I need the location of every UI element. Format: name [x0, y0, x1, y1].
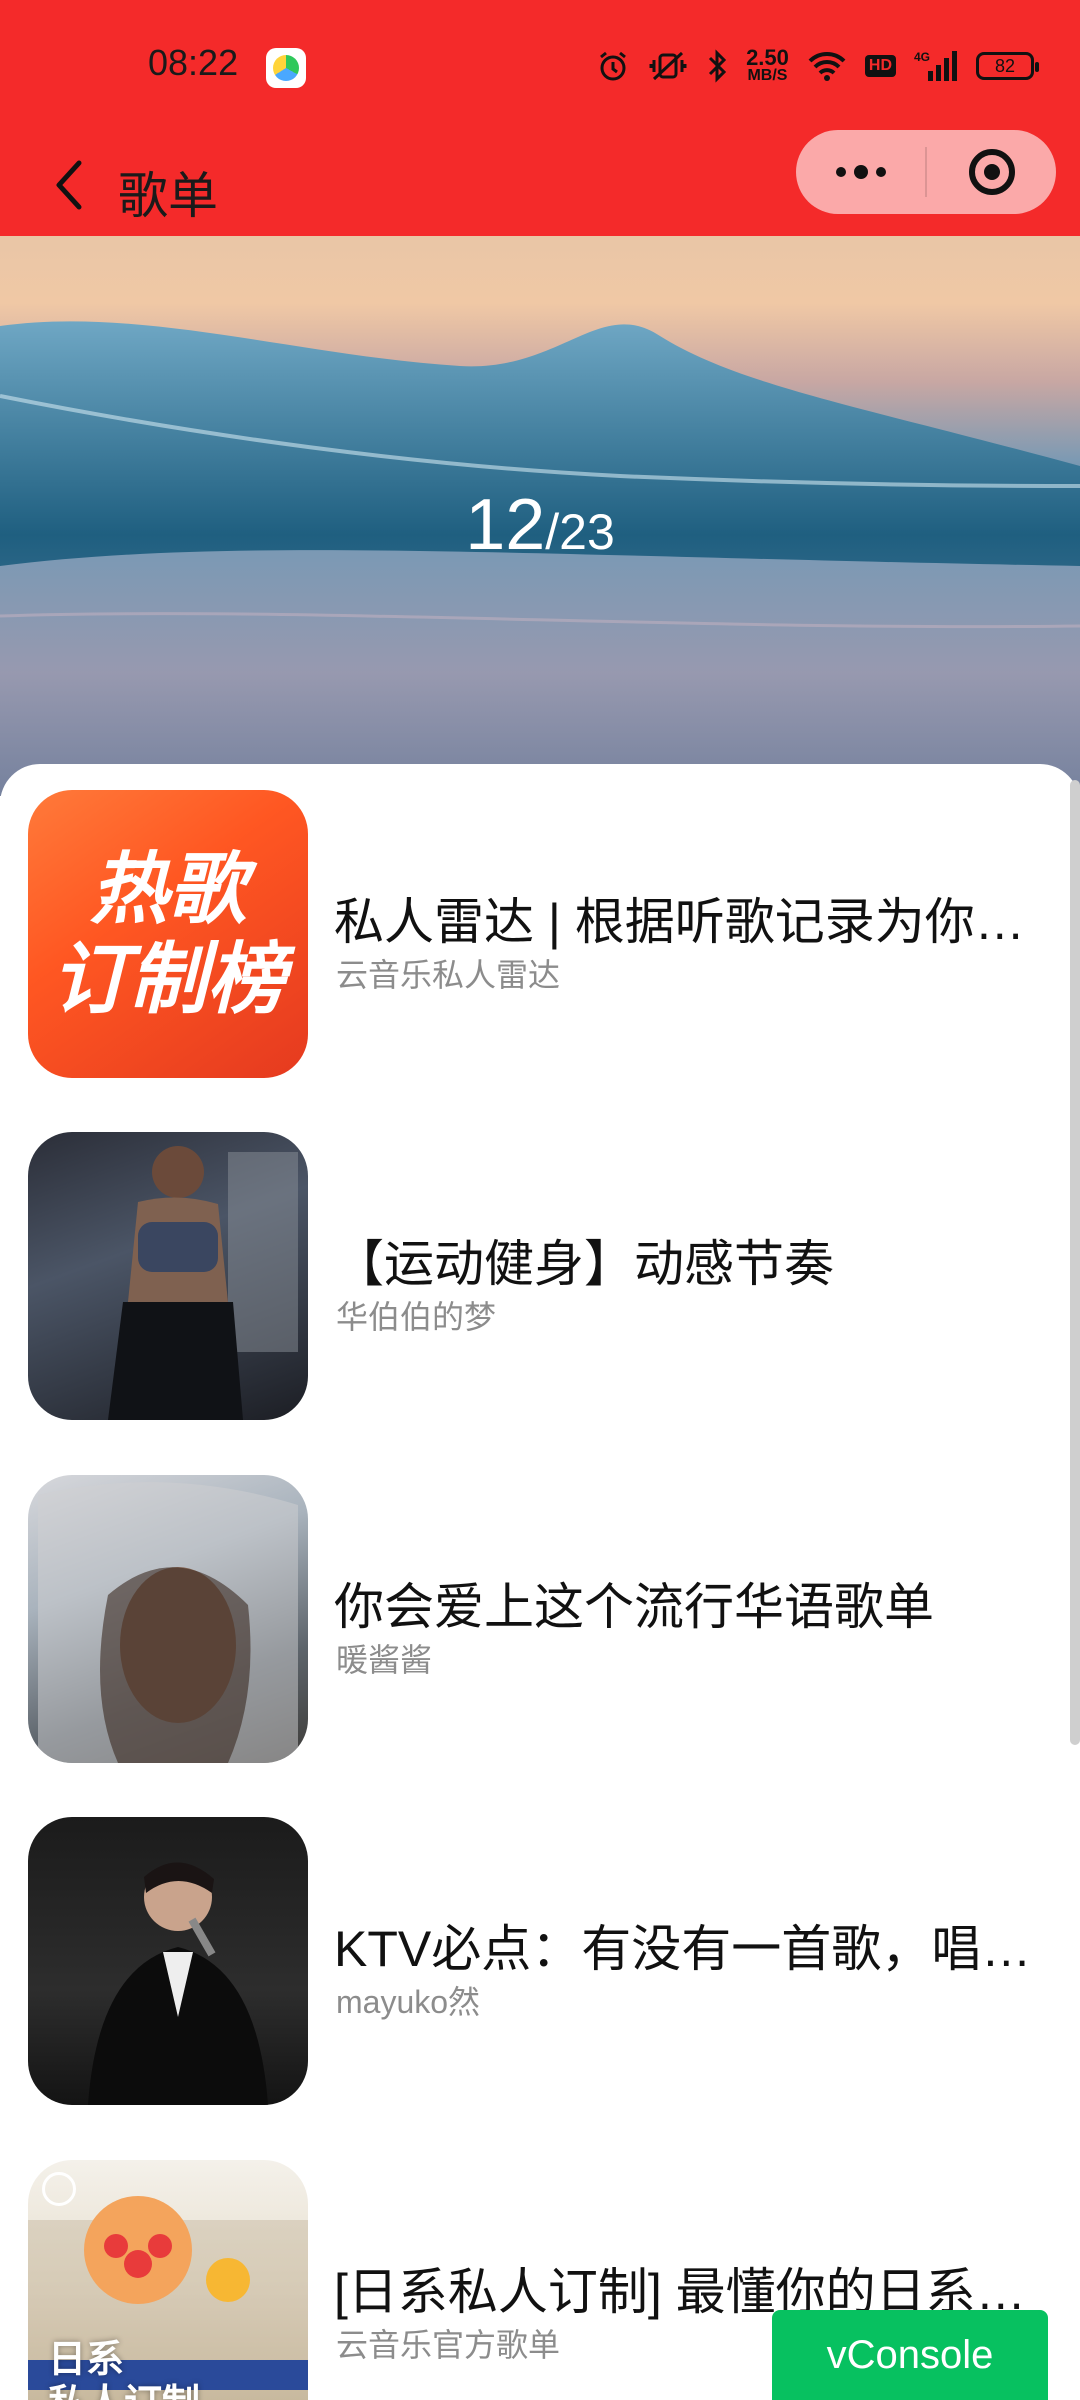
list-item[interactable]: 你会爱上这个流行华语歌单 暖酱酱	[0, 1475, 1080, 1765]
netease-logo-icon	[42, 2172, 76, 2206]
list-item[interactable]: 热歌 订制榜 私人雷达 | 根据听歌记录为你打造 云音乐私人雷达	[0, 790, 1080, 1080]
vibrate-off-icon	[648, 49, 688, 83]
playlist-cover	[28, 1475, 308, 1763]
playlist-cover	[28, 1132, 308, 1420]
vconsole-button[interactable]: vConsole	[772, 2310, 1048, 2400]
playlist-cover: 热歌 订制榜	[28, 790, 308, 1078]
target-icon	[968, 149, 1015, 195]
playlist-creator: 暖酱酱	[336, 1642, 433, 1678]
chevron-left-icon	[56, 160, 82, 210]
playlist-cover: 日系 私人订制	[28, 2160, 308, 2400]
status-bar: 08:22 2.50 MB/S HD 4G 82	[0, 0, 1080, 130]
video-app-icon	[266, 48, 306, 88]
banner-total: /23	[545, 504, 615, 560]
more-button[interactable]	[796, 130, 925, 214]
page-title: 歌单	[118, 168, 218, 224]
battery-indicator: 82	[976, 52, 1039, 80]
wifi-icon	[807, 50, 847, 82]
title-bar: 歌单	[0, 130, 1080, 236]
playlist-creator: 云音乐私人雷达	[336, 957, 561, 993]
alarm-icon	[596, 49, 630, 83]
playlist-title: KTV必点：有没有一首歌，唱出你心声	[334, 1921, 1054, 1977]
bluetooth-icon	[706, 49, 728, 83]
playlist-title: 你会爱上这个流行华语歌单	[334, 1579, 934, 1635]
banner-counter: 12/23	[0, 484, 1080, 566]
playlist-creator: 云音乐官方歌单	[336, 2327, 561, 2363]
more-dots-icon	[835, 165, 886, 179]
back-button[interactable]	[34, 150, 104, 220]
list-item[interactable]: KTV必点：有没有一首歌，唱出你心声 mayuko然	[0, 1817, 1080, 2107]
list-item[interactable]: 【运动健身】动感节奏 华伯伯的梦	[0, 1132, 1080, 1422]
svg-text:4G: 4G	[914, 50, 930, 64]
banner-carousel[interactable]: 12/23	[0, 236, 1080, 796]
playlist-cover	[28, 1817, 308, 2105]
playlist-title: 私人雷达 | 根据听歌记录为你打造	[334, 894, 1054, 950]
signal-icon: 4G	[914, 49, 958, 83]
close-button[interactable]	[927, 130, 1056, 214]
playlist-creator: 华伯伯的梦	[336, 1299, 497, 1335]
hd-badge: HD	[864, 55, 896, 77]
cover-label: 日系 私人订制	[48, 2339, 200, 2400]
status-time: 08:22	[148, 42, 239, 83]
banner-current: 12	[465, 485, 546, 565]
network-speed: 2.50 MB/S	[746, 45, 789, 84]
status-icons: 2.50 MB/S HD 4G 82	[596, 44, 1039, 88]
playlist-creator: mayuko然	[336, 1984, 481, 2020]
playlist-title: 【运动健身】动感节奏	[334, 1236, 834, 1292]
mini-program-capsule	[796, 130, 1056, 214]
